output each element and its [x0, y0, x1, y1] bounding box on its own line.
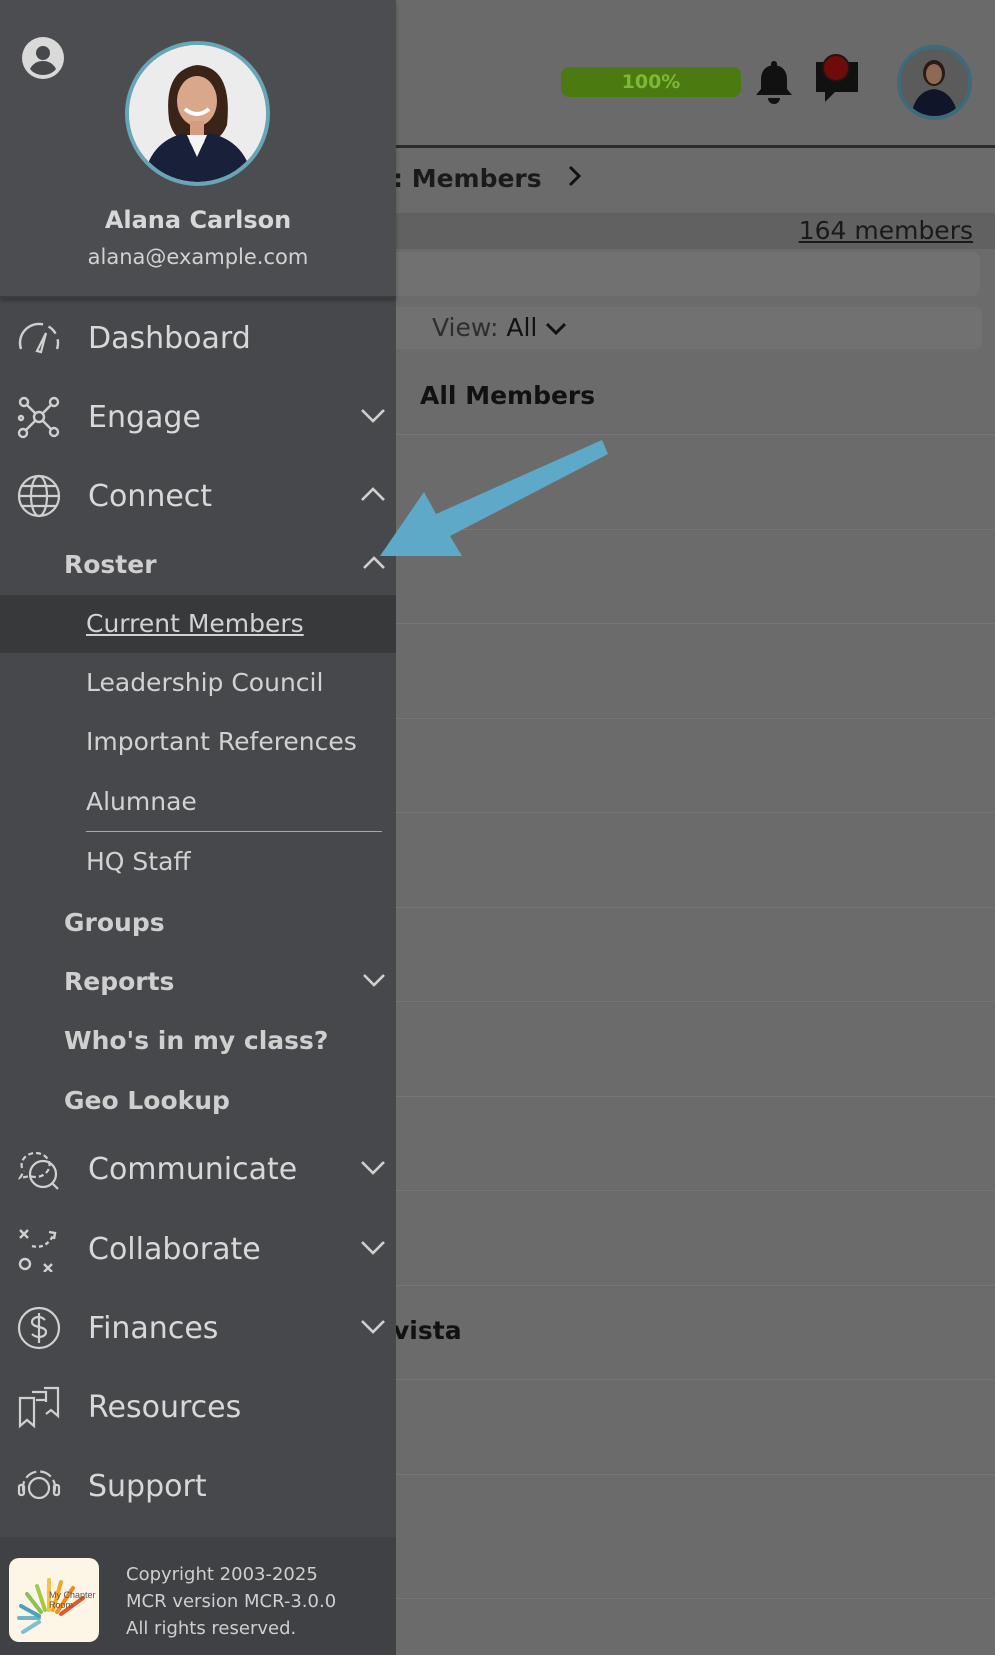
nav-dashboard[interactable]: Dashboard [0, 303, 396, 373]
row-divider [395, 1598, 995, 1599]
nav-hq-staff[interactable]: HQ Staff [0, 833, 396, 891]
nav-communicate-label: Communicate [88, 1152, 298, 1187]
row-divider [395, 1001, 995, 1002]
nav-support[interactable]: Support [0, 1451, 396, 1521]
nav-alumnae-label: Alumnae [86, 787, 197, 816]
globe-icon [17, 474, 61, 518]
chevron-down-icon [546, 322, 567, 336]
profile-header: Alana Carlson alana@example.com [0, 0, 396, 298]
chevron-down-icon [361, 1320, 385, 1334]
nav-hq-staff-label: HQ Staff [86, 847, 191, 876]
lifebuoy-icon [17, 1470, 61, 1500]
nav-reports[interactable]: Reports [0, 953, 396, 1009]
profile-email: alana@example.com [87, 245, 309, 269]
nav-support-label: Support [88, 1469, 207, 1504]
nav-alumnae[interactable]: Alumnae [0, 773, 396, 831]
nav-whos-in-my-class-label: Who's in my class? [64, 1026, 329, 1055]
row-divider [395, 1285, 995, 1286]
nav-connect-label: Connect [88, 479, 213, 514]
nav-finances-label: Finances [88, 1311, 219, 1346]
view-label: View: [432, 313, 499, 342]
annotation-arrow [380, 440, 608, 556]
chevron-down-icon [361, 1241, 385, 1255]
nav-leadership-council[interactable]: Leadership Council [0, 654, 396, 712]
nav-communicate[interactable]: Communicate [0, 1134, 396, 1204]
profile-name: Alana Carlson [104, 206, 292, 234]
row-divider [395, 1474, 995, 1475]
row-divider [395, 1379, 995, 1380]
chevron-down-icon [361, 1161, 385, 1175]
chevron-down-icon [361, 409, 385, 423]
nav-engage-label: Engage [88, 400, 201, 435]
chevron-right-icon [569, 165, 582, 187]
version-text: MCR version MCR-3.0.0 [126, 1591, 337, 1612]
network-nodes-icon [17, 396, 60, 439]
nav-roster[interactable]: Roster [0, 536, 396, 592]
member-count-link[interactable]: 164 members [799, 216, 973, 245]
nav-finances[interactable]: Finances [0, 1293, 396, 1363]
navigation-drawer: Alana Carlson alana@example.com Dashboar… [0, 0, 396, 1655]
view-value: All [506, 313, 538, 342]
search-input[interactable] [390, 252, 980, 296]
footer-text: Copyright 2003-2025 MCR version MCR-3.0.… [126, 1561, 336, 1642]
nav-connect[interactable]: Connect [0, 461, 396, 531]
nav-whos-in-my-class[interactable]: Who's in my class? [0, 1012, 396, 1068]
speedometer-icon [18, 322, 60, 354]
nav-important-references[interactable]: Important References [0, 713, 396, 771]
row-divider [395, 623, 995, 624]
nav-collaborate-label: Collaborate [88, 1232, 261, 1267]
bookmarks-icon [18, 1386, 60, 1429]
rights-text: All rights reserved. [126, 1618, 297, 1639]
bell-icon[interactable] [752, 58, 796, 106]
nav-geo-lookup-label: Geo Lookup [64, 1086, 230, 1115]
nav-geo-lookup[interactable]: Geo Lookup [0, 1072, 396, 1128]
logo-text: My Chapter Room [49, 1590, 96, 1610]
nav-resources-label: Resources [88, 1390, 242, 1425]
nav-resources[interactable]: Resources [0, 1372, 396, 1442]
row-divider [395, 1190, 995, 1191]
nav-dashboard-label: Dashboard [88, 321, 251, 356]
user-avatar[interactable] [897, 45, 972, 120]
profile-photo[interactable] [125, 41, 270, 186]
my-chapter-room-logo: My Chapter Room [9, 1558, 99, 1642]
account-circle-icon[interactable] [21, 36, 65, 80]
unread-dot [822, 54, 850, 82]
nav-current-members[interactable]: Current Members [0, 595, 396, 653]
dollar-coin-icon [17, 1306, 61, 1350]
row-divider [395, 1096, 995, 1097]
nav-groups[interactable]: Groups [0, 894, 396, 950]
strategy-play-icon [18, 1229, 57, 1272]
breadcrumb[interactable]: : Members [393, 164, 582, 193]
nav-reports-label: Reports [64, 967, 175, 996]
row-divider [395, 907, 995, 908]
chat-bubbles-icon [17, 1151, 59, 1190]
nav-engage[interactable]: Engage [0, 382, 396, 452]
roster-divider [86, 831, 382, 832]
copyright-text: Copyright 2003-2025 [126, 1564, 318, 1585]
nav-roster-label: Roster [64, 550, 157, 579]
nav-groups-label: Groups [64, 908, 165, 937]
member-name-fragment[interactable]: vista [393, 1316, 462, 1345]
breadcrumb-label: : Members [393, 164, 542, 193]
view-select-label: View: All [432, 313, 567, 342]
profile-progress-bar[interactable]: 100% [561, 67, 741, 97]
chevron-down-icon [363, 974, 385, 987]
nav-collaborate[interactable]: Collaborate [0, 1214, 396, 1284]
list-heading: All Members [420, 381, 596, 410]
nav-leadership-council-label: Leadership Council [86, 668, 324, 697]
row-divider [395, 718, 995, 719]
nav-current-members-label: Current Members [86, 609, 304, 638]
nav-important-references-label: Important References [86, 727, 357, 756]
row-divider [395, 812, 995, 813]
